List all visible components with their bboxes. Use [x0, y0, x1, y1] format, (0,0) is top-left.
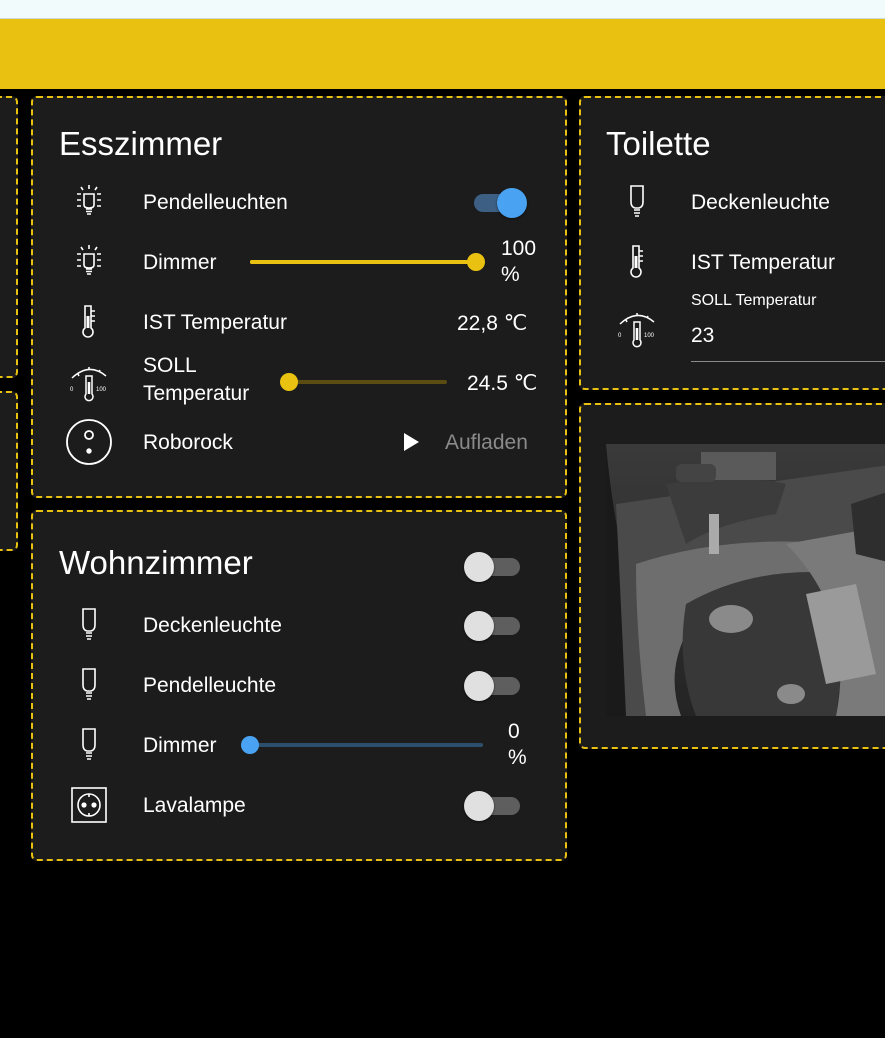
dimmer-value: 100 — [501, 237, 537, 260]
light-bulb-icon — [61, 725, 117, 765]
row-dimmer-wohnzimmer: Dimmer 0 % — [33, 720, 565, 769]
wohnzimmer-master-toggle[interactable] — [464, 546, 522, 586]
row-soll-temperatur: 0 100 SOLL Temperatur 24.5 ℃ — [33, 354, 565, 405]
soll-temperatur-input[interactable]: 23 — [691, 316, 885, 362]
row-label: IST Temperatur — [143, 311, 287, 334]
dimmer-unit: % — [508, 746, 527, 769]
row-label-line2: Temperatur — [143, 382, 250, 405]
row-label-line1: SOLL — [143, 354, 197, 377]
power-socket-icon — [61, 785, 117, 825]
row-deckenleuchte: Deckenleuchte — [581, 182, 885, 222]
row-label: Pendelleuchte — [143, 674, 277, 697]
soll-temperatur-slider[interactable] — [280, 372, 447, 392]
row-roborock: Roborock Aufladen — [33, 419, 565, 465]
row-deckenleuchte: Deckenleuchte — [33, 605, 565, 645]
card-wohnzimmer: Wohnzimmer Deckenleuchte Pendelleuchte D… — [31, 510, 567, 861]
soll-temperatur-field-label: SOLL Temperatur — [691, 292, 817, 309]
row-ist-temperatur: IST Temperatur — [581, 242, 885, 282]
row-pendelleuchte: Pendelleuchte — [33, 665, 565, 705]
svg-text:0: 0 — [618, 333, 622, 339]
thermostat-dial-icon: 0 100 — [61, 362, 117, 402]
header-bar — [0, 19, 885, 89]
ceiling-light-on-icon — [61, 182, 117, 222]
pendelleuchte-toggle[interactable] — [464, 665, 522, 705]
card-camera — [579, 403, 885, 749]
thermometer-icon — [61, 302, 117, 342]
left-edge-card-top — [0, 96, 18, 378]
thermostat-dial-icon: 0 100 — [609, 308, 665, 348]
row-soll-temperatur: 0 100 SOLL Temperatur 23 — [581, 292, 885, 362]
row-label: Dimmer — [143, 734, 217, 757]
lavalampe-toggle[interactable] — [464, 785, 522, 825]
dimmer-value: 0 — [508, 720, 520, 743]
camera-feed-image[interactable] — [606, 444, 885, 716]
row-label: Roborock — [143, 431, 233, 454]
play-icon[interactable] — [401, 432, 421, 452]
card-esszimmer: Esszimmer Pendelleuchten Dimmer 100 % IS… — [31, 96, 567, 498]
row-label: Deckenleuchte — [691, 191, 830, 214]
row-pendelleuchten: Pendelleuchten — [33, 182, 565, 222]
row-label: Deckenleuchte — [143, 614, 282, 637]
card-title: Wohnzimmer — [59, 544, 253, 581]
card-title: Esszimmer — [59, 125, 223, 162]
light-bulb-icon — [61, 665, 117, 705]
svg-text:100: 100 — [644, 333, 655, 339]
dimmer-slider-esszimmer[interactable] — [250, 252, 485, 272]
card-toilette: Toilette Deckenleuchte IST Temperatur 0 … — [579, 96, 885, 390]
row-ist-temperatur: IST Temperatur 22,8 ℃ — [33, 302, 565, 342]
row-dimmer-esszimmer: Dimmer 100 % — [33, 237, 565, 286]
light-bulb-icon — [609, 182, 665, 222]
dimmer-slider-wohnzimmer[interactable] — [241, 735, 483, 755]
pendelleuchten-toggle[interactable] — [470, 182, 528, 222]
left-edge-card-bottom — [0, 391, 18, 551]
dimmer-unit: % — [501, 263, 520, 286]
ist-temperatur-value: 22,8 ℃ — [457, 312, 528, 335]
browser-top-strip — [0, 0, 885, 19]
row-label: Pendelleuchten — [143, 191, 288, 214]
card-title: Toilette — [606, 125, 711, 162]
roborock-status: Aufladen — [445, 431, 528, 454]
svg-text:0: 0 — [70, 387, 74, 393]
ceiling-light-on-icon — [61, 242, 117, 282]
row-lavalampe: Lavalampe — [33, 785, 565, 825]
light-bulb-icon — [61, 605, 117, 645]
robot-vacuum-icon — [61, 419, 117, 465]
thermometer-icon — [609, 242, 665, 282]
deckenleuchte-toggle[interactable] — [464, 605, 522, 645]
svg-text:100: 100 — [96, 387, 107, 393]
row-label: Lavalampe — [143, 794, 246, 817]
row-label: IST Temperatur — [691, 251, 835, 274]
soll-temperatur-value: 24.5 ℃ — [467, 372, 538, 395]
row-label: Dimmer — [143, 251, 217, 274]
